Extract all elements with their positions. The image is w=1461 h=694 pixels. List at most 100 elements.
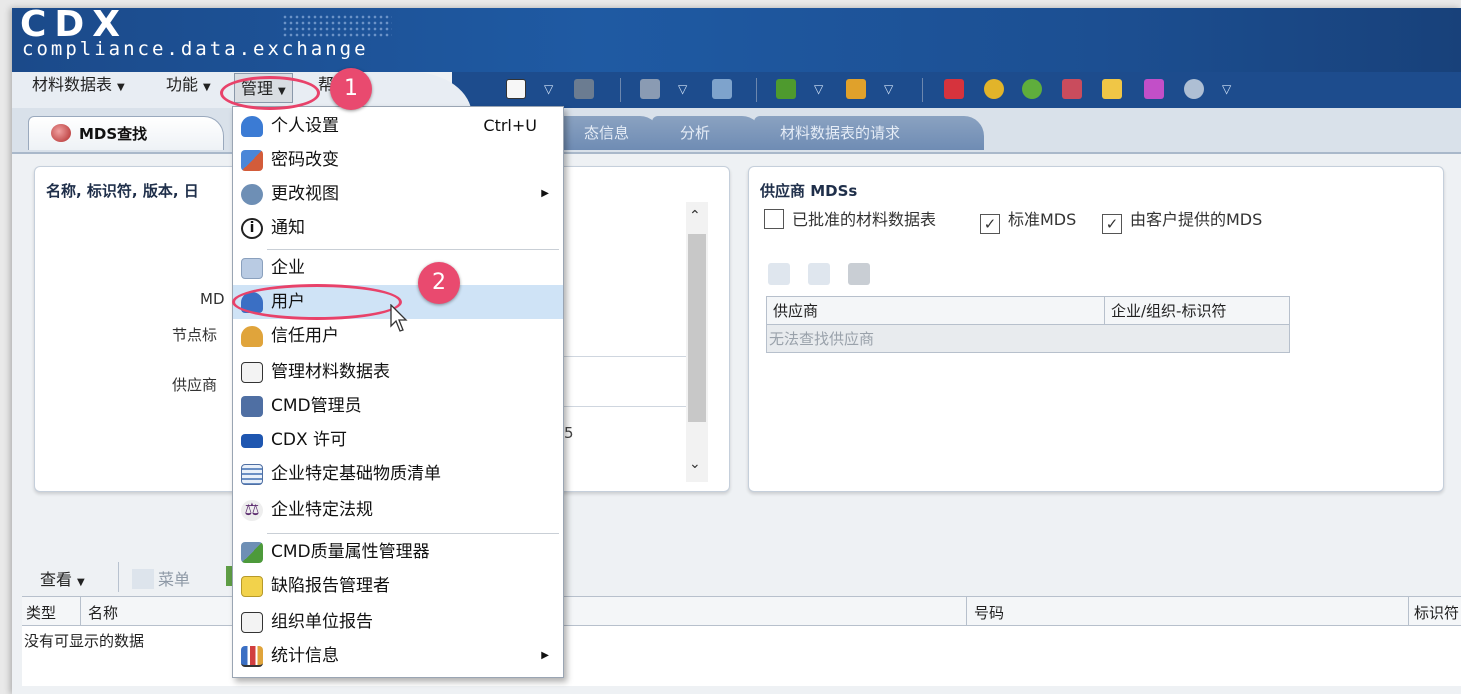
tab-mds-requests[interactable]: 材料数据表的请求 <box>754 116 984 150</box>
quality-icon <box>241 542 263 563</box>
menu-mds-label: 材料数据表 <box>32 75 113 94</box>
chevron-down-icon[interactable]: ▽ <box>814 82 823 96</box>
column-header-type[interactable]: 类型 <box>26 602 56 623</box>
menu-item-label: 企业 <box>271 258 305 278</box>
field-fragment: 5 <box>564 424 574 442</box>
approved-mds-checkbox[interactable]: 已批准的材料数据表 <box>764 208 936 232</box>
column-divider <box>1408 597 1409 627</box>
mouse-cursor-icon <box>390 304 408 332</box>
menu-item-org-unit-report[interactable]: 组织单位报告 <box>233 605 563 639</box>
column-divider <box>80 597 81 627</box>
toolbar-divider <box>756 78 757 102</box>
menu-button[interactable]: 菜单 <box>132 566 190 590</box>
standard-mds-checkbox[interactable]: ✓ 标准MDS <box>980 208 1076 234</box>
annotation-badge-1: 1 <box>330 68 372 110</box>
add-supplier-icon[interactable] <box>768 263 790 285</box>
menu-item-notifications[interactable]: i 通知 <box>233 211 563 245</box>
chevron-down-icon[interactable]: ▽ <box>884 82 893 96</box>
menu-item-label: 企业特定法规 <box>271 500 373 520</box>
upload-icon[interactable] <box>846 79 866 99</box>
menu-item-defect-report-manager[interactable]: 缺陷报告管理者 <box>233 569 563 603</box>
menu-item-basic-substance-list[interactable]: 企业特定基础物质清单 <box>233 457 563 491</box>
list-icon <box>241 464 263 485</box>
chevron-down-icon: ▼ <box>203 82 211 93</box>
menu-functions-label: 功能 <box>166 75 199 94</box>
save-icon[interactable] <box>574 79 594 99</box>
new-document-icon[interactable] <box>506 79 526 99</box>
customer-mds-checkbox[interactable]: ✓ 由客户提供的MDS <box>1102 208 1263 234</box>
column-header-identifier[interactable]: 标识符 <box>1414 602 1459 623</box>
app-header: CDX compliance.data.exchange <box>12 4 1461 72</box>
field-label-mds: MD <box>200 290 225 308</box>
menu-item-cdx-license[interactable]: CDX 许可 <box>233 423 563 457</box>
trusted-user-icon <box>241 326 263 347</box>
tab-analysis-label: 分析 <box>680 124 711 142</box>
scroll-up-icon[interactable]: ⌃ <box>689 208 701 224</box>
menu-item-personal-settings[interactable]: 个人设置 Ctrl+U <box>233 109 563 143</box>
scroll-down-icon[interactable]: ⌄ <box>689 456 701 472</box>
chart-icon <box>241 646 263 667</box>
remove-supplier-icon[interactable] <box>808 263 830 285</box>
view-menu[interactable]: 查看 ▼ <box>40 566 85 590</box>
download-icon[interactable] <box>776 79 796 99</box>
molecule-icon[interactable] <box>1022 79 1042 99</box>
org-report-icon <box>241 612 263 633</box>
flask-icon[interactable] <box>1144 79 1164 99</box>
menu-item-statistics[interactable]: 统计信息 ▶ <box>233 639 563 673</box>
menu-item-manage-mds[interactable]: 管理材料数据表 <box>233 355 563 389</box>
scrollbar-thumb[interactable] <box>688 234 706 422</box>
menu-functions[interactable]: 功能 ▼ <box>160 70 217 100</box>
search-panel-title: 名称, 标识符, 版本, 日 <box>46 182 199 200</box>
cube-icon[interactable] <box>944 79 964 99</box>
approved-mds-label: 已批准的材料数据表 <box>792 210 937 229</box>
menu-mds[interactable]: 材料数据表 ▼ <box>26 70 131 100</box>
person-icon <box>241 116 263 137</box>
menu-item-label: CDX 许可 <box>271 430 348 450</box>
menu-separator <box>267 533 559 534</box>
customer-mds-label: 由客户提供的MDS <box>1130 210 1263 229</box>
check-document-icon[interactable] <box>712 79 732 99</box>
results-empty-text: 没有可显示的数据 <box>24 632 145 650</box>
menu-item-enterprise[interactable]: 企业 <box>233 251 563 285</box>
sphere-icon[interactable] <box>984 79 1004 99</box>
check-icon[interactable]: ✓ <box>1102 214 1122 234</box>
checkbox-box[interactable] <box>764 209 784 229</box>
field-label-node-id: 节点标 <box>172 326 218 344</box>
column-header-name[interactable]: 名称 <box>88 602 118 623</box>
save-icon[interactable] <box>848 263 870 285</box>
gear-icon[interactable] <box>1184 79 1204 99</box>
tab-mds-search[interactable]: MDS查找 <box>28 116 224 150</box>
menu-item-change-password[interactable]: 密码改变 <box>233 143 563 177</box>
divider <box>564 356 686 357</box>
menu-item-label: 企业特定基础物质清单 <box>271 464 441 484</box>
column-header-supplier[interactable]: 供应商 <box>766 296 1105 325</box>
toolbar-divider <box>922 78 923 102</box>
chevron-down-icon[interactable]: ▽ <box>544 82 553 96</box>
chevron-down-icon[interactable]: ▽ <box>678 82 687 96</box>
chevron-down-icon[interactable]: ▽ <box>1222 82 1231 96</box>
supplier-table: 供应商 企业/组织-标识符 无法查找供应商 <box>766 296 1290 353</box>
menu-item-quality-manager[interactable]: CMD质量属性管理器 <box>233 535 563 569</box>
supplier-table-empty: 无法查找供应商 <box>766 324 1290 353</box>
document-icon <box>241 362 263 383</box>
tab-status-info-label: 态信息 <box>584 124 630 142</box>
column-header-number[interactable]: 号码 <box>974 602 1004 623</box>
stamp-icon[interactable] <box>640 79 660 99</box>
tab-analysis[interactable]: 分析 <box>652 116 762 150</box>
component-icon[interactable] <box>1062 79 1082 99</box>
menu-item-cmd-admin[interactable]: CMD管理员 <box>233 389 563 423</box>
folder-icon[interactable] <box>1102 79 1122 99</box>
menu-item-change-view[interactable]: 更改视图 ▶ <box>233 177 563 211</box>
menu-item-label: CMD质量属性管理器 <box>271 542 430 562</box>
gear-icon <box>241 184 263 205</box>
chevron-down-icon: ▼ <box>117 82 125 93</box>
menu-item-company-regulations[interactable]: ⚖ 企业特定法规 <box>233 493 563 527</box>
column-header-org-id[interactable]: 企业/组织-标识符 <box>1104 296 1290 325</box>
menu-separator <box>267 249 559 250</box>
annotation-ring-users <box>232 284 402 320</box>
menu-item-label: 统计信息 <box>271 646 339 666</box>
submenu-arrow-icon: ▶ <box>541 188 549 199</box>
menu-item-label: 通知 <box>271 218 305 238</box>
check-icon[interactable]: ✓ <box>980 214 1000 234</box>
divider <box>564 406 686 407</box>
